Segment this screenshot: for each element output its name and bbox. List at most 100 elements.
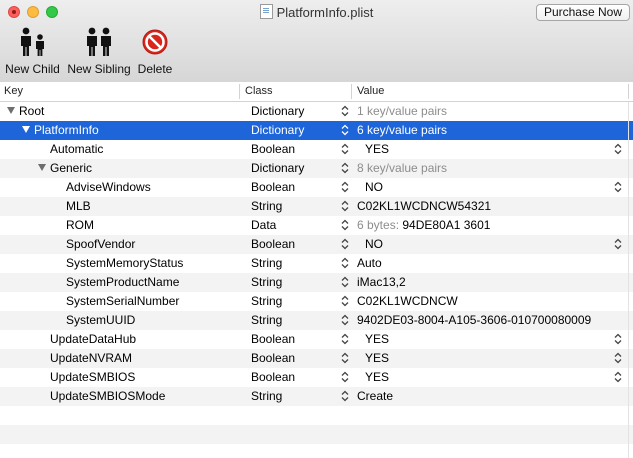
outline-row[interactable]: SystemProductName String iMac13,2 [0,273,633,292]
class-stepper-icon[interactable] [341,219,349,231]
row-key[interactable]: UpdateNVRAM [50,351,132,365]
class-stepper-icon[interactable] [341,352,349,364]
value-popup-chevron-icon[interactable] [614,352,622,364]
class-stepper-icon[interactable] [341,143,349,155]
class-stepper-icon[interactable] [341,257,349,269]
outline-row[interactable]: PlatformInfo Dictionary 6 key/value pairs [0,121,633,140]
outline-row[interactable]: SpoofVendor Boolean NO [0,235,633,254]
new-sibling-button[interactable]: New Sibling [67,27,131,76]
outline-row[interactable]: UpdateSMBIOS Boolean YES [0,368,633,387]
outline-row[interactable]: SystemUUID String 9402DE03-8004-A105-3606-… [0,311,633,330]
row-class[interactable]: Dictionary [251,123,304,137]
row-value[interactable]: 6 bytes: 94DE80A1 3601 [357,218,490,232]
new-child-button[interactable]: New Child [5,27,60,76]
outline-row[interactable]: Root Dictionary 1 key/value pairs [0,102,633,121]
row-key[interactable]: SpoofVendor [66,237,135,251]
column-header-key[interactable]: Key [4,85,23,97]
delete-button[interactable]: Delete [136,27,174,76]
class-stepper-icon[interactable] [341,390,349,402]
outline-row[interactable]: AdviseWindows Boolean NO [0,178,633,197]
class-stepper-icon[interactable] [341,371,349,383]
row-value[interactable]: YES [365,351,389,365]
row-class[interactable]: String [251,199,282,213]
class-stepper-icon[interactable] [341,200,349,212]
outline-row[interactable]: SystemSerialNumber String C02KL1WCDNCW [0,292,633,311]
outline-row[interactable]: UpdateNVRAM Boolean YES [0,349,633,368]
row-key[interactable]: PlatformInfo [34,123,99,137]
class-stepper-icon[interactable] [341,333,349,345]
column-header-class[interactable]: Class [245,85,273,97]
row-key[interactable]: UpdateSMBIOS [50,370,135,384]
purchase-now-button[interactable]: Purchase Now [535,4,630,21]
class-stepper-icon[interactable] [341,162,349,174]
row-value[interactable]: C02KL1WCDNCW [357,294,458,308]
outline-row[interactable]: UpdateDataHub Boolean YES [0,330,633,349]
row-value[interactable]: NO [365,237,383,251]
disclosure-triangle-icon[interactable] [7,107,15,114]
row-key[interactable]: Generic [50,161,92,175]
outline-row[interactable]: ROM Data 6 bytes: 94DE80A1 3601 [0,216,633,235]
outline-row[interactable]: Generic Dictionary 8 key/value pairs [0,159,633,178]
row-value[interactable]: YES [365,332,389,346]
row-class[interactable]: Boolean [251,180,295,194]
row-value[interactable]: Create [357,389,393,403]
row-class[interactable]: Boolean [251,370,295,384]
class-stepper-icon[interactable] [341,314,349,326]
row-value[interactable]: NO [365,180,383,194]
class-stepper-icon[interactable] [341,105,349,117]
row-class[interactable]: String [251,294,282,308]
row-value[interactable]: 9402DE03-8004-A105-3606-010700080009 [357,313,591,327]
row-key[interactable]: ROM [66,218,94,232]
value-popup-chevron-icon[interactable] [614,333,622,345]
row-key[interactable]: AdviseWindows [66,180,151,194]
row-class[interactable]: Dictionary [251,161,304,175]
value-popup-chevron-icon[interactable] [614,371,622,383]
row-value[interactable]: iMac13,2 [357,275,406,289]
column-divider[interactable] [628,84,629,99]
row-class[interactable]: Boolean [251,332,295,346]
row-key[interactable]: SystemSerialNumber [66,294,179,308]
class-stepper-icon[interactable] [341,124,349,136]
row-class[interactable]: Data [251,218,276,232]
row-class[interactable]: Boolean [251,237,295,251]
row-class[interactable]: String [251,389,282,403]
row-value[interactable]: Auto [357,256,382,270]
column-divider[interactable] [351,84,352,99]
outline-row[interactable]: UpdateSMBIOSMode String Create [0,387,633,406]
row-class[interactable]: Boolean [251,142,295,156]
outline-row[interactable]: SystemMemoryStatus String Auto [0,254,633,273]
row-class[interactable]: Dictionary [251,104,304,118]
row-key[interactable]: SystemUUID [66,313,135,327]
row-key[interactable]: Automatic [50,142,103,156]
row-key[interactable]: SystemMemoryStatus [66,256,183,270]
column-header: Key Class Value [0,82,633,102]
row-value[interactable]: YES [365,142,389,156]
class-stepper-icon[interactable] [341,238,349,250]
row-class[interactable]: String [251,313,282,327]
outline-row[interactable]: Automatic Boolean YES [0,140,633,159]
outline-row[interactable]: MLB String C02KL1WCDNCW54321 [0,197,633,216]
row-class[interactable]: String [251,256,282,270]
class-stepper-icon[interactable] [341,295,349,307]
disclosure-triangle-icon[interactable] [38,164,46,171]
column-divider[interactable] [239,84,240,99]
row-value[interactable]: YES [365,370,389,384]
row-class[interactable]: Boolean [251,351,295,365]
row-key[interactable]: MLB [66,199,91,213]
row-key[interactable]: SystemProductName [66,275,179,289]
row-class[interactable]: String [251,275,282,289]
row-value[interactable]: 1 key/value pairs [357,104,447,118]
row-key[interactable]: UpdateDataHub [50,332,136,346]
value-popup-chevron-icon[interactable] [614,143,622,155]
disclosure-triangle-icon[interactable] [22,126,30,133]
row-value[interactable]: C02KL1WCDNCW54321 [357,199,491,213]
row-key[interactable]: UpdateSMBIOSMode [50,389,165,403]
value-popup-chevron-icon[interactable] [614,238,622,250]
row-value[interactable]: 6 key/value pairs [357,123,447,137]
row-value[interactable]: 8 key/value pairs [357,161,447,175]
value-popup-chevron-icon[interactable] [614,181,622,193]
class-stepper-icon[interactable] [341,181,349,193]
class-stepper-icon[interactable] [341,276,349,288]
row-key[interactable]: Root [19,104,44,118]
column-header-value[interactable]: Value [357,85,384,97]
